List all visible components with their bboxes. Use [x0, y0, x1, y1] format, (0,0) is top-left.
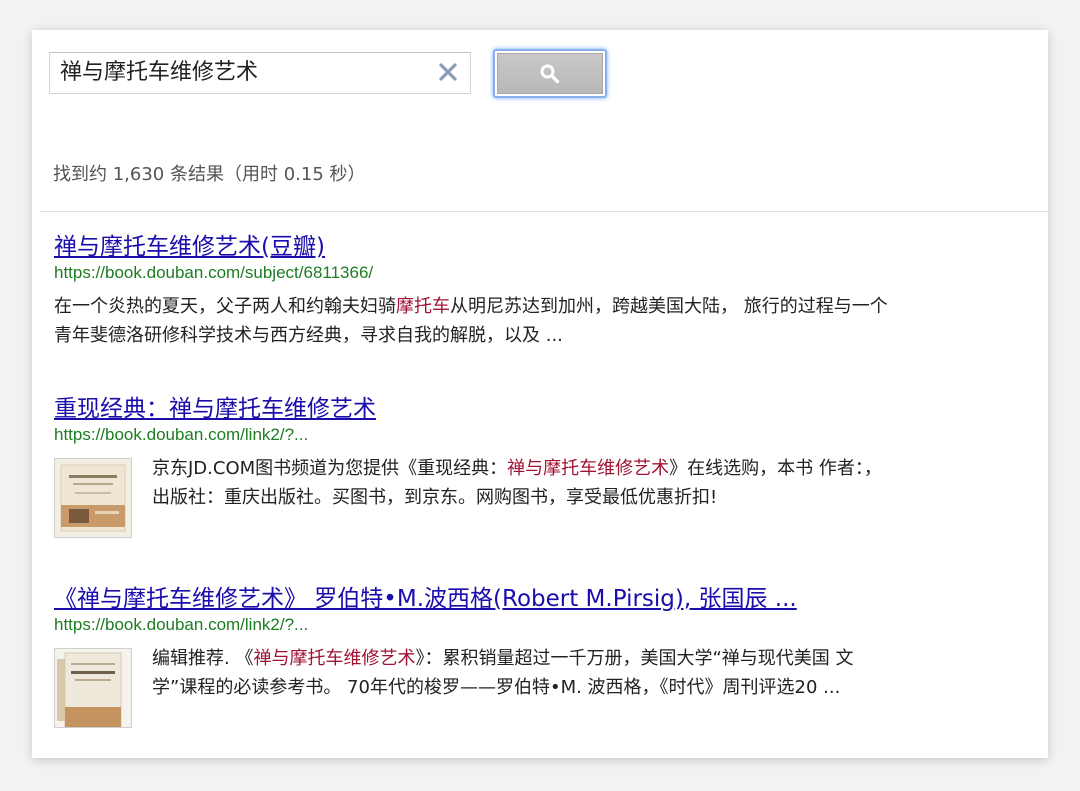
- book-cover-thumbnail[interactable]: [54, 458, 132, 538]
- close-icon[interactable]: [438, 62, 458, 82]
- snippet-highlight: 摩托车: [396, 296, 450, 317]
- search-result: 禅与摩托车维修艺术(豆瓣) https://book.douban.com/su…: [54, 233, 954, 350]
- result-snippet-row: 京东JD.COM图书频道为您提供《重现经典：禅与摩托车维修艺术》在线选购，本书 …: [54, 454, 954, 538]
- result-snippet: 京东JD.COM图书频道为您提供《重现经典：禅与摩托车维修艺术》在线选购，本书 …: [152, 454, 892, 538]
- divider: [40, 211, 1048, 212]
- result-title-link[interactable]: 重现经典：禅与摩托车维修艺术: [54, 395, 376, 423]
- result-snippet-row: 在一个炎热的夏天，父子两人和约翰夫妇骑摩托车从明尼苏达到加州，跨越美国大陆， 旅…: [54, 292, 954, 350]
- search-button[interactable]: [493, 49, 607, 98]
- snippet-highlight: 禅与摩托车维修艺术: [507, 458, 670, 479]
- search-results-panel: 找到约 1,630 条结果（用时 0.15 秒） 禅与摩托车维修艺术(豆瓣) h…: [32, 30, 1048, 758]
- snippet-highlight: 禅与摩托车维修艺术: [253, 648, 416, 669]
- result-url[interactable]: https://book.douban.com/link2/?...: [54, 424, 954, 446]
- snippet-text: 在一个炎热的夏天，父子两人和约翰夫妇骑: [54, 296, 396, 317]
- magnifier-icon: [540, 64, 560, 83]
- search-button-face: [497, 53, 603, 94]
- snippet-text: 京东JD.COM图书频道为您提供《重现经典：: [152, 458, 508, 479]
- result-snippet-row: 编辑推荐. 《禅与摩托车维修艺术》：累积销量超过一千万册，美国大学“禅与现代美国…: [54, 644, 954, 728]
- result-snippet: 编辑推荐. 《禅与摩托车维修艺术》：累积销量超过一千万册，美国大学“禅与现代美国…: [152, 644, 892, 728]
- search-result: 《禅与摩托车维修艺术》 罗伯特•M.波西格(Robert M.Pirsig), …: [54, 585, 954, 728]
- result-title-link[interactable]: 禅与摩托车维修艺术(豆瓣): [54, 233, 325, 261]
- book-cover-image: [55, 649, 131, 727]
- result-stats: 找到约 1,630 条结果（用时 0.15 秒）: [53, 164, 366, 185]
- search-input[interactable]: [60, 53, 430, 93]
- result-url[interactable]: https://book.douban.com/subject/6811366/: [54, 262, 954, 284]
- search-result: 重现经典：禅与摩托车维修艺术 https://book.douban.com/l…: [54, 395, 954, 538]
- result-title-link[interactable]: 《禅与摩托车维修艺术》 罗伯特•M.波西格(Robert M.Pirsig), …: [54, 585, 797, 613]
- snippet-text: 编辑推荐. 《: [152, 648, 254, 669]
- result-url[interactable]: https://book.douban.com/link2/?...: [54, 614, 954, 636]
- book-cover-image: [55, 459, 131, 537]
- result-snippet: 在一个炎热的夏天，父子两人和约翰夫妇骑摩托车从明尼苏达到加州，跨越美国大陆， 旅…: [54, 292, 894, 350]
- book-cover-thumbnail[interactable]: [54, 648, 132, 728]
- search-box: [49, 52, 471, 94]
